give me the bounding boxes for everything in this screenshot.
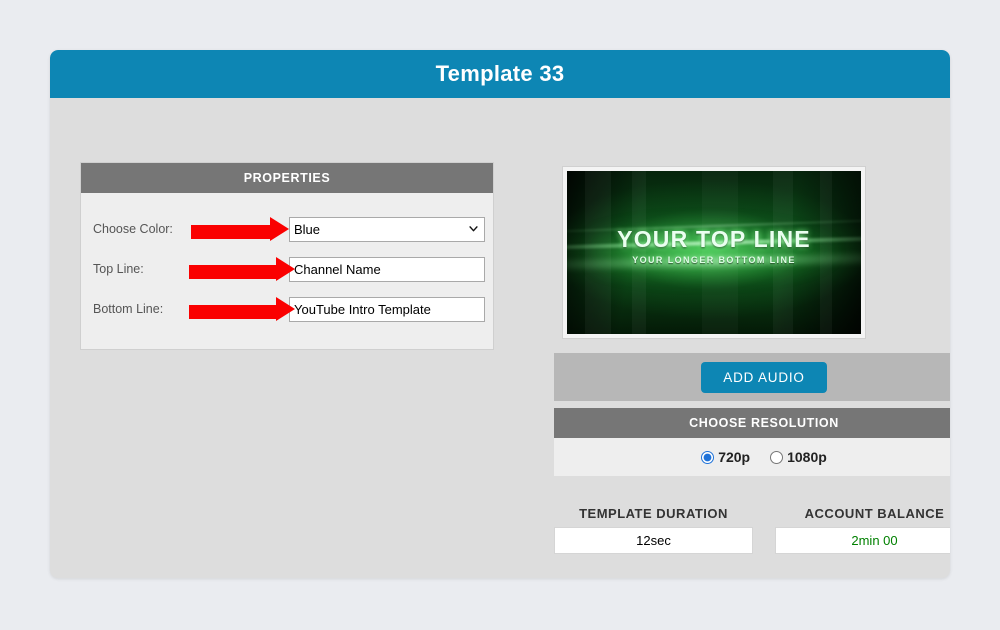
property-row-bottom-line: Bottom Line: [89, 289, 485, 329]
resolution-radio-720p[interactable] [701, 450, 715, 464]
right-arrow-icon [189, 257, 295, 281]
bottom-line-input[interactable] [289, 296, 485, 322]
video-preview-text: YOUR TOP LINE YOUR LONGER BOTTOM LINE [567, 226, 861, 265]
add-audio-button[interactable]: ADD AUDIO [701, 361, 827, 393]
preview-top-line: YOUR TOP LINE [617, 226, 811, 253]
properties-heading: PROPERTIES [81, 163, 493, 193]
resolution-option-720p[interactable]: 720p [701, 449, 750, 465]
card-body: PROPERTIES Choose Color: Blue Top Line: … [50, 98, 950, 578]
meta-row: TEMPLATE DURATION 12sec ACCOUNT BALANCE … [554, 506, 950, 554]
choose-color-field: Blue [289, 216, 485, 242]
properties-panel: PROPERTIES Choose Color: Blue Top Line: … [80, 162, 494, 350]
top-line-input[interactable] [289, 256, 485, 282]
resolution-panel: CHOOSE RESOLUTION 720p 1080p [554, 408, 950, 476]
template-duration-value: 12sec [554, 527, 753, 554]
choose-color-select-wrap: Blue [289, 216, 485, 242]
resolution-heading: CHOOSE RESOLUTION [554, 408, 950, 438]
property-row-top-line: Top Line: [89, 249, 485, 289]
video-preview-image: YOUR TOP LINE YOUR LONGER BOTTOM LINE [567, 171, 861, 334]
top-line-field [289, 256, 485, 282]
top-line-label: Top Line: [93, 262, 144, 276]
resolution-options: 720p 1080p [554, 438, 950, 476]
resolution-option-1080p[interactable]: 1080p [770, 449, 827, 465]
account-balance-title: ACCOUNT BALANCE [804, 506, 945, 521]
template-card: Template 33 PROPERTIES Choose Color: Blu… [50, 50, 950, 578]
choose-color-label: Choose Color: [93, 222, 173, 236]
template-duration-block: TEMPLATE DURATION 12sec [554, 506, 753, 554]
resolution-label-1080p: 1080p [787, 449, 827, 465]
properties-body: Choose Color: Blue Top Line: Channel Nam… [81, 193, 493, 349]
account-balance-block: ACCOUNT BALANCE 2min 00 [775, 506, 950, 554]
preview-bottom-line: YOUR LONGER BOTTOM LINE [632, 255, 796, 266]
right-arrow-icon [191, 217, 289, 241]
bottom-line-label: Bottom Line: [93, 302, 164, 316]
bottom-line-field [289, 296, 485, 322]
page-title: Template 33 [435, 61, 565, 86]
template-duration-title: TEMPLATE DURATION [579, 506, 728, 521]
account-balance-value: 2min 00 [775, 527, 950, 554]
right-arrow-icon [189, 297, 295, 321]
property-row-choose-color: Choose Color: Blue [89, 209, 485, 249]
annotation-arrow-bottom-line [189, 297, 295, 321]
annotation-arrow-top-line [189, 257, 295, 281]
choose-color-select[interactable]: Blue [289, 216, 485, 242]
video-preview-frame[interactable]: YOUR TOP LINE YOUR LONGER BOTTOM LINE [562, 166, 866, 339]
annotation-arrow-choose-color [191, 217, 289, 241]
card-header: Template 33 [50, 50, 950, 98]
resolution-label-720p: 720p [718, 449, 751, 465]
audio-bar: ADD AUDIO [554, 353, 950, 401]
resolution-radio-1080p[interactable] [770, 450, 784, 464]
